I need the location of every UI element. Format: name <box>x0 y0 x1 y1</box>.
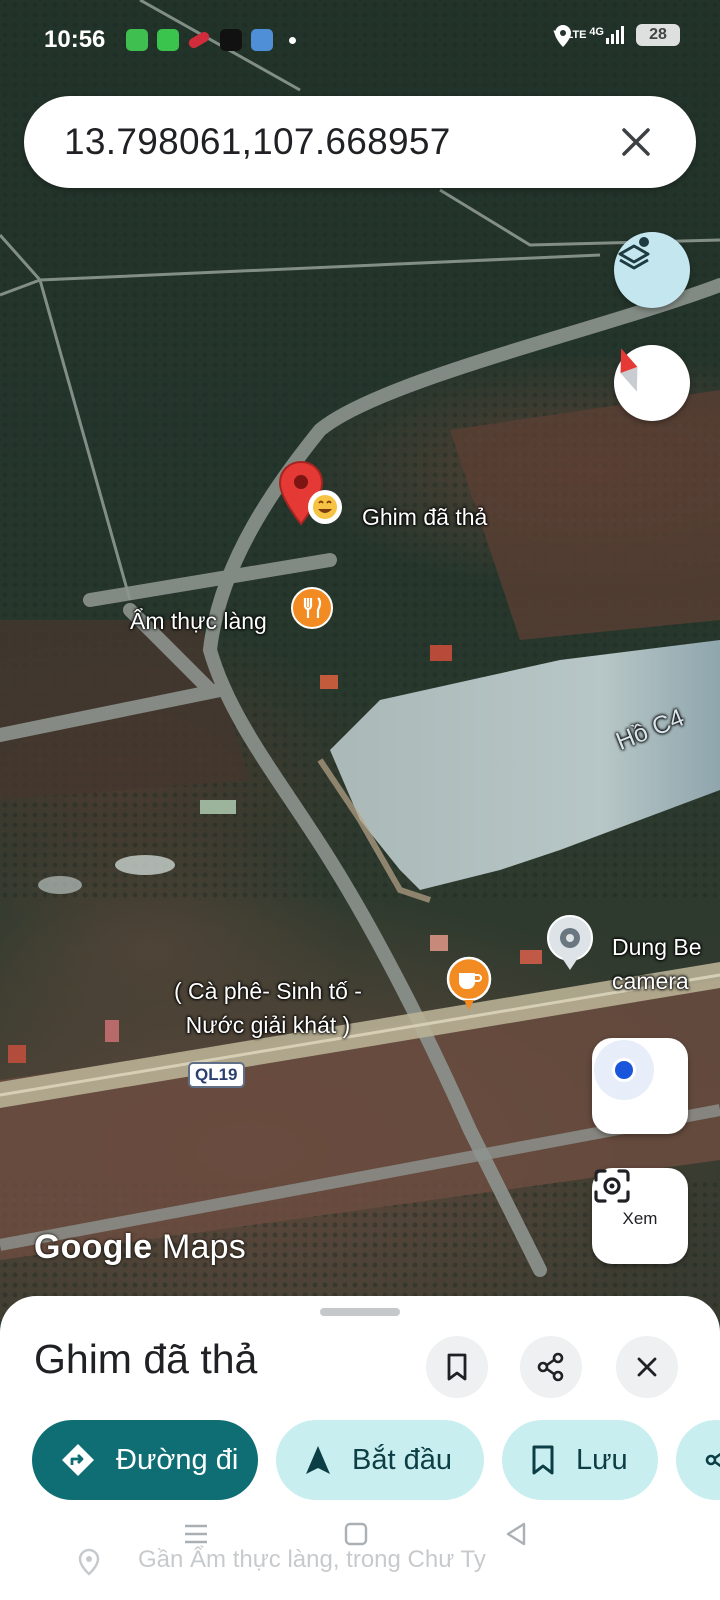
signal-4g-icon: 4G <box>589 26 624 44</box>
drag-handle[interactable] <box>320 1308 400 1316</box>
status-time: 10:56 <box>44 26 106 53</box>
share-icon <box>705 1452 720 1468</box>
emoji-icon <box>308 490 342 524</box>
security-app-icon <box>126 29 148 51</box>
navigation-arrow-icon <box>306 1446 330 1474</box>
lens-icon <box>594 1169 630 1203</box>
directions-icon <box>62 1444 94 1476</box>
restaurant-label[interactable]: Ẩm thực làng <box>130 608 267 635</box>
map-view[interactable]: 10:56 VoLTE 4G 28 13.798061,107.668957 <box>0 0 720 1320</box>
battery-indicator: 28 <box>636 24 680 46</box>
watermark-brand: Google <box>34 1228 153 1266</box>
save-label: Lưu <box>576 1443 628 1476</box>
close-icon <box>637 1357 657 1377</box>
start-label: Bắt đầu <box>352 1443 452 1476</box>
search-input[interactable]: 13.798061,107.668957 <box>64 121 616 163</box>
close-icon <box>622 128 650 156</box>
share-icon-button[interactable] <box>520 1336 582 1398</box>
share-icon <box>537 1352 564 1382</box>
calendar-app-icon <box>157 29 179 51</box>
compass-button[interactable] <box>614 345 690 421</box>
shop-label[interactable]: Dung Be camera <box>612 930 702 998</box>
save-button[interactable]: Lưu <box>502 1420 658 1500</box>
weather-icon <box>251 29 273 51</box>
status-icons: VoLTE 4G 28 <box>553 24 680 47</box>
cafe-label-line2: Nước giải khát ) <box>185 1012 351 1038</box>
status-bar: 10:56 VoLTE 4G 28 <box>0 0 720 82</box>
layers-icon <box>618 237 650 270</box>
lens-label: Xem <box>622 1209 658 1228</box>
road-shield-ql19: QL19 <box>188 1062 245 1088</box>
lens-button[interactable]: Xem <box>592 1168 688 1264</box>
google-maps-watermark: Google Maps <box>34 1228 246 1267</box>
watermark-product: Maps <box>161 1228 246 1266</box>
my-location-button[interactable] <box>592 1038 688 1134</box>
cafe-marker[interactable] <box>446 956 492 1014</box>
action-chip-row: Đường đi Bắt đầu Lưu <box>32 1420 720 1500</box>
share-button[interactable] <box>676 1420 720 1500</box>
menu-nav-icon[interactable] <box>184 1522 208 1546</box>
place-title: Ghim đã thả <box>34 1336 258 1382</box>
dropped-pin-label[interactable]: Ghim đã thả <box>362 504 487 531</box>
shop-marker[interactable] <box>546 914 594 974</box>
save-icon-button[interactable] <box>426 1336 488 1398</box>
directions-button[interactable]: Đường đi <box>32 1420 258 1500</box>
back-nav-icon[interactable] <box>504 1522 528 1546</box>
layers-button[interactable] <box>614 232 690 308</box>
cafe-label-line1: ( Cà phê- Sinh tố - <box>174 978 362 1004</box>
shop-label-line1: Dung Be <box>612 934 702 960</box>
signal-label: 4G <box>589 26 604 38</box>
place-bottom-sheet[interactable]: Ghim đã thả Đường đi Bắt đầu Lưu Gần Ẩm … <box>0 1296 720 1600</box>
shop-label-line2: camera <box>612 968 689 994</box>
location-status-icon <box>555 25 572 47</box>
pen-app-icon <box>186 30 212 50</box>
bookmark-icon <box>532 1445 554 1475</box>
coffee-cup-icon <box>459 973 475 989</box>
start-navigation-button[interactable]: Bắt đầu <box>276 1420 484 1500</box>
bookmark-icon <box>447 1353 467 1381</box>
clear-search-button[interactable] <box>616 122 656 162</box>
directions-label: Đường đi <box>116 1443 239 1476</box>
cafe-label[interactable]: ( Cà phê- Sinh tố - Nước giải khát ) <box>174 974 362 1042</box>
close-sheet-button[interactable] <box>616 1336 678 1398</box>
system-nav-bar <box>0 1504 720 1564</box>
tiktok-icon <box>220 29 242 51</box>
search-bar[interactable]: 13.798061,107.668957 <box>24 96 696 188</box>
notification-dot-icon <box>289 37 296 44</box>
restaurant-marker[interactable] <box>290 586 334 638</box>
home-nav-icon[interactable] <box>344 1522 368 1546</box>
my-location-icon <box>594 1040 654 1100</box>
